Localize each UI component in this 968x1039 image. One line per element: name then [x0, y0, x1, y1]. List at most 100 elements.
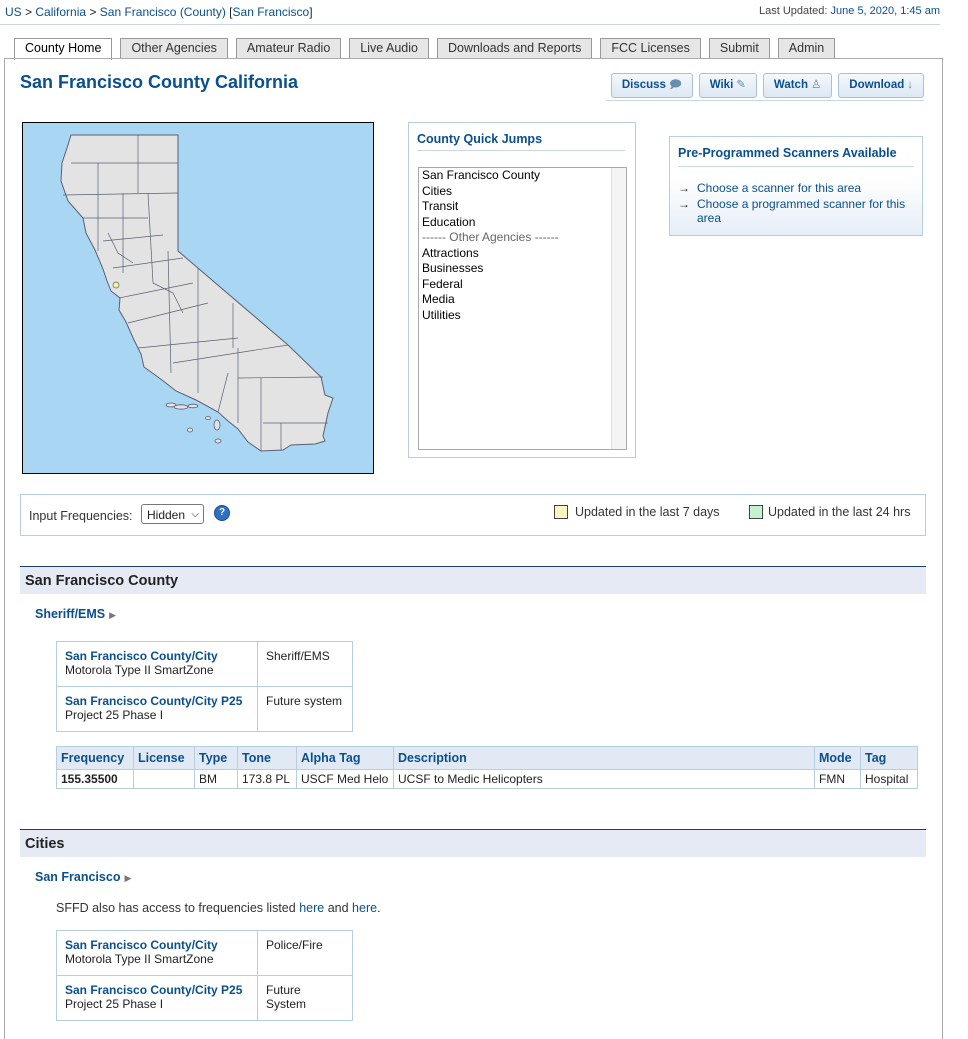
tone-value: 173.8 PL: [237, 769, 297, 789]
column-header-tone[interactable]: Tone: [237, 746, 297, 770]
quick-jump-option[interactable]: San Francisco County: [419, 168, 626, 184]
county-highlight: [112, 281, 120, 289]
quick-jump-separator: ------ Other Agencies ------: [422, 230, 559, 244]
system-cell: San Francisco County/City P25 Project 25…: [56, 686, 258, 732]
note-text: .: [377, 901, 381, 915]
choose-programmed-scanner-link[interactable]: Choose a programmed scanner for this are…: [697, 197, 909, 225]
system-cell: San Francisco County/City Motorola Type …: [56, 641, 258, 687]
system-link[interactable]: San Francisco County/City P25: [65, 983, 249, 997]
description-value: UCSF to Medic Helicopters: [393, 769, 815, 789]
county-quick-jumps: County Quick Jumps San Francisco County …: [408, 122, 636, 458]
breadcrumb-separator: >: [89, 5, 97, 19]
tab-amateur-radio[interactable]: Amateur Radio: [235, 38, 342, 58]
breadcrumb-separator: >: [25, 5, 33, 19]
arrow-down-icon: ↓: [907, 79, 913, 91]
quick-jump-option[interactable]: Media: [419, 292, 626, 308]
discuss-label: Discuss: [621, 79, 666, 91]
pre-programmed-scanners-box: Pre-Programmed Scanners Available → Choo…: [669, 136, 923, 236]
last-updated-value: June 5, 2020, 1:45 am: [830, 5, 940, 17]
input-frequencies-select[interactable]: Hidden ⌵: [141, 504, 204, 524]
quick-jumps-list[interactable]: San Francisco County Cities Transit Educ…: [418, 167, 627, 450]
quick-jump-option[interactable]: Businesses: [419, 261, 626, 277]
column-header-frequency[interactable]: Frequency: [56, 746, 134, 770]
system-cell: San Francisco County/City Motorola Type …: [56, 930, 258, 976]
quick-jump-option[interactable]: Federal: [419, 277, 626, 293]
sffd-note: SFFD also has access to frequencies list…: [56, 901, 381, 915]
tab-admin[interactable]: Admin: [777, 38, 836, 58]
legend-7days-label: Updated in the last 7 days: [575, 505, 720, 519]
last-updated-label: Last Updated:: [758, 5, 828, 17]
page-title: San Francisco County California: [20, 72, 299, 92]
column-header-mode[interactable]: Mode: [814, 746, 861, 770]
wiki-button[interactable]: Wiki ✎: [698, 73, 757, 98]
breadcrumb-us[interactable]: US: [5, 5, 22, 19]
license-value: [133, 769, 195, 789]
system-type: Project 25 Phase I: [65, 997, 164, 1011]
pencil-icon: ✎: [736, 79, 746, 91]
tab-county-home[interactable]: County Home: [14, 38, 113, 60]
subsection-san-francisco[interactable]: San Francisco ▶: [35, 870, 131, 884]
subsection-title: Sheriff/EMS: [35, 607, 106, 621]
column-header-description[interactable]: Description: [393, 746, 815, 770]
wiki-label: Wiki: [709, 79, 734, 91]
system-link[interactable]: San Francisco County/City P25: [65, 694, 249, 708]
watch-label: Watch: [773, 79, 808, 91]
arrow-right-icon: →: [678, 181, 690, 195]
breadcrumb-county[interactable]: San Francisco (County): [100, 5, 226, 19]
download-button[interactable]: Download ↓: [838, 73, 924, 98]
breadcrumb: US > California > San Francisco (County)…: [5, 5, 313, 19]
scanners-title: Pre-Programmed Scanners Available: [678, 146, 897, 160]
section-title: San Francisco County: [25, 573, 179, 589]
tab-bar: County Home Other Agencies Amateur Radio…: [14, 38, 843, 60]
tab-submit[interactable]: Submit: [708, 38, 770, 58]
input-frequencies-value: Hidden: [147, 508, 186, 522]
subsection-sheriff-ems[interactable]: Sheriff/EMS ▶: [35, 607, 116, 621]
breadcrumb-city[interactable]: San Francisco: [233, 5, 310, 19]
arrow-right-icon: →: [678, 197, 690, 211]
table-row: San Francisco County/City P25 Project 25…: [56, 686, 353, 732]
tab-downloads-and-reports[interactable]: Downloads and Reports: [436, 38, 593, 58]
system-type: Motorola Type II SmartZone: [65, 952, 214, 966]
systems-table: San Francisco County/City Motorola Type …: [56, 641, 353, 732]
action-buttons: Discuss 🗩 Wiki ✎ Watch ♙ Download ↓: [605, 73, 924, 98]
system-type: Motorola Type II SmartZone: [65, 663, 214, 677]
subsection-title: San Francisco: [35, 870, 121, 884]
mode-value: FMN: [814, 769, 861, 789]
watch-button[interactable]: Watch ♙: [762, 73, 833, 98]
system-link[interactable]: San Francisco County/City: [65, 938, 249, 952]
top-bar: US > California > San Francisco (County)…: [0, 0, 940, 25]
system-use: Sheriff/EMS: [257, 641, 353, 687]
quick-jump-option[interactable]: Utilities: [419, 308, 626, 324]
quick-jumps-scrollbar[interactable]: [611, 168, 626, 449]
note-link-here[interactable]: here: [299, 901, 324, 915]
system-link[interactable]: San Francisco County/City: [65, 649, 249, 663]
column-header-alpha-tag[interactable]: Alpha Tag: [296, 746, 394, 770]
note-text: and: [327, 901, 349, 915]
system-use: Police/Fire: [257, 930, 353, 976]
tag-value: Hospital: [860, 769, 918, 789]
table-row: 155.35500 BM 173.8 PL USCF Med Helo UCSF…: [56, 769, 918, 789]
divider: [417, 150, 625, 151]
column-header-type[interactable]: Type: [194, 746, 238, 770]
tab-live-audio[interactable]: Live Audio: [349, 38, 429, 58]
quick-jump-option[interactable]: Attractions: [419, 246, 626, 262]
column-header-tag[interactable]: Tag: [860, 746, 918, 770]
tab-fcc-licenses[interactable]: FCC Licenses: [600, 38, 701, 58]
county-map[interactable]: [22, 122, 374, 474]
column-header-license[interactable]: License: [133, 746, 195, 770]
choose-scanner-link[interactable]: Choose a scanner for this area: [697, 181, 909, 195]
quick-jump-option[interactable]: Transit: [419, 199, 626, 215]
california-map-image: [60, 134, 334, 452]
breadcrumb-state[interactable]: California: [35, 5, 86, 19]
discuss-button[interactable]: Discuss 🗩: [610, 73, 693, 98]
section-title: Cities: [25, 836, 65, 852]
legend-7days-swatch: [554, 505, 568, 519]
quick-jump-option[interactable]: Education: [419, 215, 626, 231]
note-link-here[interactable]: here: [352, 901, 377, 915]
frequency-value[interactable]: 155.35500: [56, 769, 134, 789]
input-frequencies-label: Input Frequencies:: [29, 509, 133, 523]
quick-jump-option[interactable]: Cities: [419, 184, 626, 200]
tab-other-agencies[interactable]: Other Agencies: [120, 38, 228, 58]
legend-24hrs-label: Updated in the last 24 hrs: [768, 505, 911, 519]
help-icon[interactable]: ?: [214, 505, 230, 521]
